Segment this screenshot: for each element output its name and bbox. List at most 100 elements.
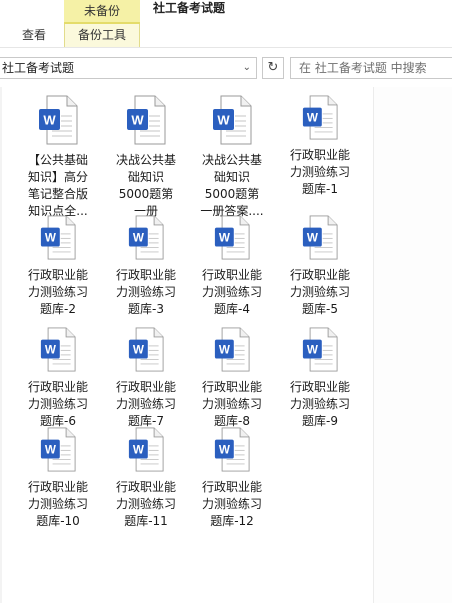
file-name-line: 力测验练习 [27,285,88,299]
file-item[interactable]: W 行政职业能 力测验练习 题库-7 [106,327,186,430]
file-item[interactable]: W 【公共基础 知识】高分 笔记整合版 知识点全... [18,95,98,220]
refresh-button[interactable]: ↻ [262,57,284,79]
file-name-line: 行政职业能 [115,480,176,494]
file-name-line: 5000题第 [204,187,260,201]
file-name-line: 5000题第 [118,187,174,201]
svg-text:W: W [307,232,319,245]
file-name-line: 础知识 [213,170,250,184]
file-name-line: 题库-12 [210,514,254,528]
file-name-line: 行政职业能 [27,380,88,394]
file-item[interactable]: W 行政职业能 力测验练习 题库-9 [280,327,360,430]
address-bar-row: 社工备考试题 ⌄ ↻ [0,47,452,87]
svg-text:W: W [45,344,57,357]
file-item[interactable]: W 行政职业能力测验练习题库-12 [192,427,272,530]
file-name-line: 力测验练习 [201,285,262,299]
word-doc-icon: W [40,215,76,260]
file-name-label: 决战公共基 础知识 5000题第 一册 [106,152,186,220]
word-doc-icon: W [302,95,338,140]
nav-pane-edge [0,87,2,603]
word-doc-icon: W [214,327,250,372]
file-name-label: 决战公共基 础知识 5000题第 一册答案.... [192,152,272,220]
svg-text:W: W [133,444,145,457]
file-item[interactable]: W 行政职业能 力测验练习 题库-10 [18,427,98,530]
word-doc-icon: W [213,95,252,145]
word-doc-icon: W [128,427,164,472]
file-name-line: 力测验练习 [289,285,350,299]
file-name-line: 力测验练习 [201,497,262,511]
file-name-line: 题库-3 [128,302,164,316]
file-name-line: 行政职业能 [201,380,262,394]
svg-text:W: W [133,232,145,245]
file-name-line: 题库-7 [128,414,164,428]
file-name-label: 行政职业能 力测验练习 题库-8 [192,379,272,430]
file-name-line: 行政职业能 [289,380,350,394]
svg-text:W: W [131,113,144,128]
word-doc-icon: W [40,327,76,372]
file-item[interactable]: W 行政职业能力测验练习题库-3 [106,215,186,318]
ribbon: 未备份 社工备考试题 查看 备份工具 [0,0,452,47]
file-name-line: 知识】高分 [27,170,88,184]
file-item[interactable]: W 行政职业能 力测验练习 题库-5 [280,215,360,318]
file-name-label: 行政职业能力测验练习题库-3 [106,267,186,318]
file-name-line: 行政职业能 [289,268,350,282]
file-name-line: 【公共基础 [27,153,88,167]
file-name-line: 行政职业能 [115,268,176,282]
svg-text:W: W [307,112,319,125]
file-name-line: 题库-6 [40,414,76,428]
file-item[interactable]: W 行政职业能 力测验练习 题库-8 [192,327,272,430]
file-name-line: 决战公共基 [201,153,262,167]
file-name-line: 题库-1 [302,182,338,196]
word-doc-icon: W [39,95,78,145]
file-name-line: 决战公共基 [115,153,176,167]
file-name-line: 题库-9 [302,414,338,428]
file-name-label: 行政职业能力测验练习题库-6 [18,379,98,430]
word-doc-icon: W [128,327,164,372]
svg-text:W: W [133,344,145,357]
file-name-line: 础知识 [127,170,164,184]
file-name-line: 题库-4 [214,302,250,316]
file-item[interactable]: W 决战公共基 础知识 5000题第 一册 [106,95,186,220]
file-item[interactable]: W 行政职业能力测验练习题库-1 [280,95,360,198]
file-name-line: 题库-10 [36,514,80,528]
svg-text:W: W [307,344,319,357]
file-name-label: 行政职业能 力测验练习 题库-7 [106,379,186,430]
file-item[interactable]: W 决战公共基 础知识 5000题第 一册答案.... [192,95,272,220]
preview-pane [373,87,452,603]
svg-text:W: W [217,113,230,128]
file-item[interactable]: W 行政职业能力测验练习题库-6 [18,327,98,430]
file-name-label: 行政职业能力测验练习题库-2 [18,267,98,318]
file-name-line: 力测验练习 [115,285,176,299]
file-item[interactable]: W 行政职业能力测验练习题库-2 [18,215,98,318]
refresh-icon: ↻ [267,60,279,75]
search-box[interactable] [290,57,452,79]
file-name-line: 题库-2 [40,302,76,316]
file-name-line: 题库-8 [214,414,250,428]
svg-text:W: W [219,444,231,457]
file-name-label: 行政职业能力测验练习题库-12 [192,479,272,530]
chevron-down-icon[interactable]: ⌄ [243,58,251,78]
file-name-line: 行政职业能 [27,268,88,282]
file-name-line: 力测验练习 [27,397,88,411]
search-input[interactable] [299,58,449,78]
file-item[interactable]: W 行政职业能 力测验练习 题库-4 [192,215,272,318]
word-doc-icon: W [40,427,76,472]
file-name-label: 行政职业能 力测验练习 题库-4 [192,267,272,318]
tab-backup-tools[interactable]: 备份工具 [64,24,140,47]
word-doc-icon: W [214,215,250,260]
file-item[interactable]: W 行政职业能 力测验练习 题库-11 [106,427,186,530]
file-name-line: 行政职业能 [115,380,176,394]
file-name-line: 力测验练习 [289,165,350,179]
file-name-label: 行政职业能力测验练习题库-1 [280,147,360,198]
word-doc-icon: W [302,215,338,260]
file-name-line: 行政职业能 [289,148,350,162]
tab-view[interactable]: 查看 [14,24,54,47]
svg-text:W: W [43,113,56,128]
file-name-label: 【公共基础 知识】高分 笔记整合版 知识点全... [18,152,98,220]
address-bar[interactable]: 社工备考试题 ⌄ [0,57,257,79]
file-list-pane: W 【公共基础 知识】高分 笔记整合版 知识点全... W 决战公共基 础知识 5000题… [0,87,452,603]
address-path: 社工备考试题 [2,61,75,75]
file-name-line: 行政职业能 [201,480,262,494]
word-doc-icon: W [127,95,166,145]
file-name-line: 笔记整合版 [27,187,88,201]
svg-text:W: W [219,344,231,357]
